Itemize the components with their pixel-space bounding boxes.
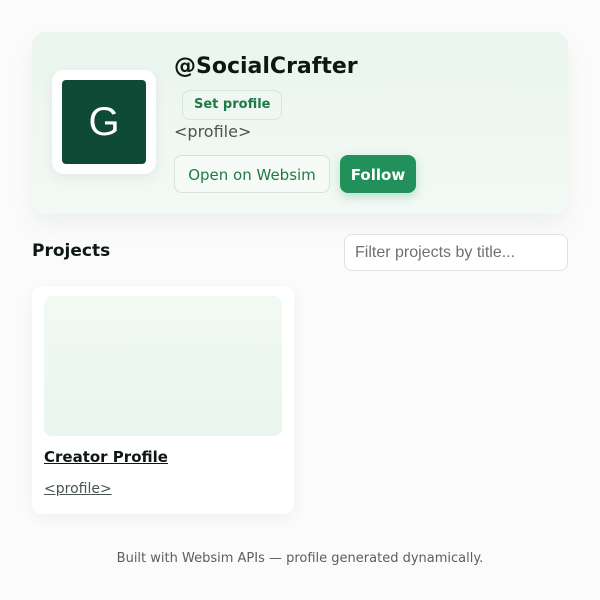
page: G @SocialCrafter Set profile <profile> O… [0,0,600,600]
projects-heading: Projects [32,241,111,261]
project-title-link[interactable]: Creator Profile [44,448,168,466]
project-thumbnail[interactable] [44,296,282,436]
project-filter-input[interactable] [344,234,568,271]
profile-tag: <profile> [174,122,252,141]
follow-button[interactable]: Follow [340,155,416,193]
project-card[interactable]: Creator Profile <profile> [32,286,294,514]
profile-card: G @SocialCrafter Set profile <profile> O… [32,32,568,214]
profile-username: @SocialCrafter [174,54,358,79]
footer-note: Built with Websim APIs — profile generat… [116,551,484,566]
project-profile-link[interactable]: <profile> [44,481,112,497]
set-profile-button[interactable]: Set profile [182,90,283,120]
open-on-websim-button[interactable]: Open on Websim [174,155,330,193]
avatar: G [62,80,146,164]
avatar-frame: G [52,70,156,174]
